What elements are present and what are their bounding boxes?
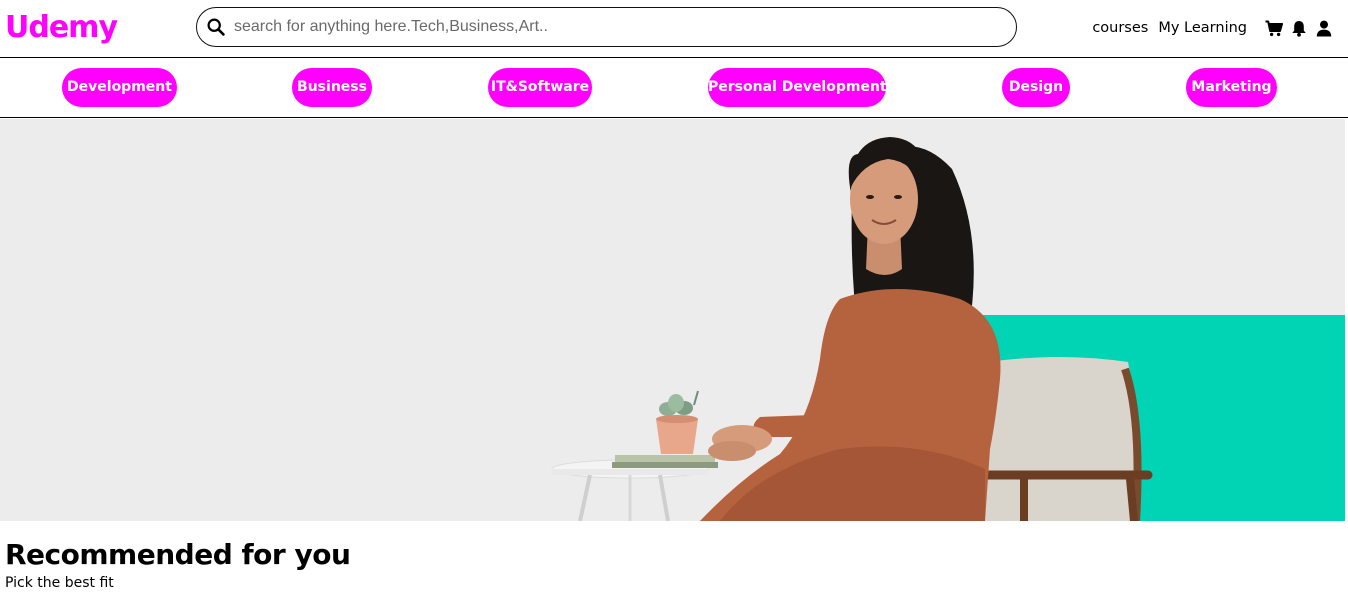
bell-icon[interactable] — [1289, 18, 1309, 38]
hero-banner — [0, 119, 1345, 521]
category-bar: Development Business IT&Software Persona… — [0, 58, 1348, 118]
hero-image — [0, 119, 1345, 521]
courses-link[interactable]: courses — [1092, 17, 1148, 39]
recommended-heading: Recommended for you — [5, 538, 351, 571]
user-icon[interactable] — [1314, 18, 1334, 38]
category-pill-marketing[interactable]: Marketing — [1186, 68, 1277, 107]
udemy-logo[interactable]: Udemy — [5, 9, 118, 47]
my-learning-link[interactable]: My Learning — [1158, 17, 1247, 39]
category-pill-business[interactable]: Business — [292, 68, 372, 107]
top-header: Udemy courses My Learning — [0, 0, 1348, 58]
search-input[interactable] — [234, 18, 994, 36]
recommended-subheading: Pick the best fit — [5, 575, 114, 591]
search-bar[interactable] — [196, 7, 1017, 47]
category-pill-design[interactable]: Design — [1002, 68, 1070, 107]
category-pill-it-software[interactable]: IT&Software — [488, 68, 592, 107]
cart-icon[interactable] — [1264, 18, 1284, 38]
header-nav: courses My Learning — [1092, 17, 1334, 39]
search-icon[interactable] — [207, 18, 225, 36]
category-pill-personal-development[interactable]: Personal Development — [708, 68, 887, 107]
category-pill-development[interactable]: Development — [62, 68, 177, 107]
